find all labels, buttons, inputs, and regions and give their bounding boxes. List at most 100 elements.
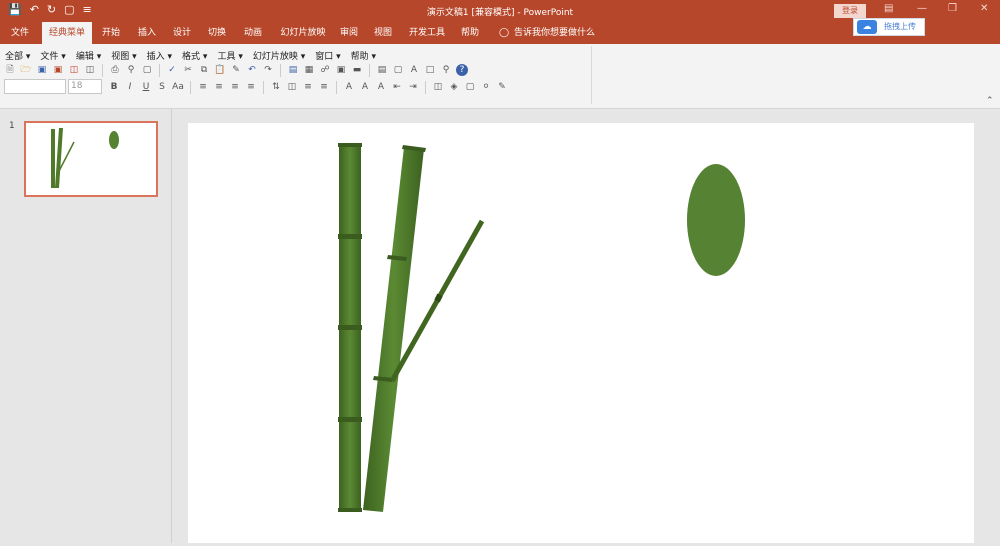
tab-home[interactable]: 开始 <box>96 22 126 44</box>
italic-icon[interactable]: I <box>124 81 136 93</box>
shrink-font-icon[interactable]: A <box>375 81 387 93</box>
slide-content <box>338 143 745 512</box>
slide-number: 1 <box>9 121 15 131</box>
bold-icon[interactable]: B <box>108 81 120 93</box>
menu-view[interactable]: 视图 ▾ <box>111 49 136 62</box>
ribbon: 全部 ▾ 文件 ▾ 编辑 ▾ 视图 ▾ 插入 ▾ 格式 ▾ 工具 ▾ 幻灯片放映… <box>0 44 1000 109</box>
tab-design[interactable]: 设计 <box>167 22 197 44</box>
shape-fill-icon[interactable]: ◈ <box>448 81 460 93</box>
shape-effects-icon[interactable]: ⚪ <box>480 81 492 93</box>
publish-icon[interactable]: ◫ <box>84 64 96 76</box>
upload-button[interactable]: ☁ 拖拽上传 <box>853 18 925 36</box>
cloud-upload-icon: ☁ <box>857 20 877 34</box>
strikethrough-icon[interactable]: S <box>156 81 168 93</box>
font-color-icon[interactable]: A <box>343 81 355 93</box>
zoom-icon[interactable]: ⚲ <box>440 64 452 76</box>
tab-review[interactable]: 审阅 <box>334 22 364 44</box>
save-icon[interactable]: ▣ <box>36 64 48 76</box>
title-bar: 💾 ↶ ↻ ▢ ≡ 演示文稿1 [兼容模式] - PowerPoint 登录 ▤… <box>0 0 1000 22</box>
slide-layout-icon[interactable]: ▤ <box>376 64 388 76</box>
align-center-icon[interactable]: ≡ <box>213 81 225 93</box>
textbox-icon[interactable]: A <box>408 64 420 76</box>
editing-area <box>173 109 1000 543</box>
open-icon[interactable]: 🗁 <box>20 64 32 76</box>
thumbnail-preview <box>51 128 119 188</box>
ribbon-separator <box>591 46 592 104</box>
tab-insert[interactable]: 插入 <box>132 22 162 44</box>
tab-view[interactable]: 视图 <box>368 22 398 44</box>
tab-transitions[interactable]: 切换 <box>202 22 232 44</box>
menu-insert[interactable]: 插入 ▾ <box>147 49 172 62</box>
copy-icon[interactable]: ⧉ <box>198 64 210 76</box>
lightbulb-icon: ◯ <box>498 28 510 38</box>
spelling-icon[interactable]: ✓ <box>166 64 178 76</box>
char-spacing-icon[interactable]: Aa <box>172 81 184 93</box>
tab-animations[interactable]: 动画 <box>238 22 268 44</box>
green-ellipse[interactable] <box>687 164 745 276</box>
menu-tools[interactable]: 工具 ▾ <box>217 49 242 62</box>
underline-icon[interactable]: U <box>140 81 152 93</box>
slide-thumbnail[interactable] <box>24 121 158 197</box>
print-icon[interactable]: ⎙ <box>109 64 121 76</box>
print-preview-icon[interactable]: ⚲ <box>125 64 137 76</box>
page-setup-icon[interactable]: ▢ <box>141 64 153 76</box>
insert-picture-icon[interactable]: ▣ <box>335 64 347 76</box>
arrange-icon[interactable]: ◫ <box>432 81 444 93</box>
save-as-icon[interactable]: ▣ <box>52 64 64 76</box>
toolbar-row-1: 🗎 🗁 ▣ ▣ ◫ ◫ ⎙ ⚲ ▢ ✓ ✂ ⧉ 📋 ✎ ↶ ↷ ▤ ▦ ☍ ▣ … <box>4 62 468 78</box>
font-name-field[interactable] <box>4 79 66 94</box>
minimize-icon[interactable]: — <box>917 3 927 14</box>
quick-styles-icon[interactable]: ✎ <box>496 81 508 93</box>
tab-classic-menu[interactable]: 经典菜单 <box>42 22 92 44</box>
insert-table-icon[interactable]: ▦ <box>303 64 315 76</box>
menu-format[interactable]: 格式 ▾ <box>182 49 207 62</box>
numbering-icon[interactable]: ≡ <box>318 81 330 93</box>
tell-me-search[interactable]: 告诉我你想要做什么 <box>514 22 598 44</box>
align-left-icon[interactable]: ≡ <box>197 81 209 93</box>
bullets-icon[interactable]: ≡ <box>302 81 314 93</box>
decrease-indent-icon[interactable]: ⇤ <box>391 81 403 93</box>
export-pdf-icon[interactable]: ◫ <box>68 64 80 76</box>
menu-file[interactable]: 文件 ▾ <box>40 49 65 62</box>
font-size-field[interactable]: 18 <box>68 79 102 94</box>
thumb-bamboo-stalk-2 <box>55 128 63 188</box>
bamboo-stalk-1[interactable] <box>338 143 362 512</box>
undo-icon[interactable]: ↶ <box>246 64 258 76</box>
cut-icon[interactable]: ✂ <box>182 64 194 76</box>
toolbar-row-2: B I U S Aa ≡ ≡ ≡ ≡ ⇅ ◫ ≡ ≡ A A A ⇤ ⇥ ◫ ◈… <box>108 79 508 95</box>
menu-edit[interactable]: 编辑 ▾ <box>76 49 101 62</box>
slide-canvas[interactable] <box>188 123 974 543</box>
thumb-bamboo-stalk-1 <box>51 129 55 188</box>
tab-slideshow[interactable]: 幻灯片放映 <box>276 22 330 44</box>
comment-icon[interactable]: □ <box>424 64 436 76</box>
grow-font-icon[interactable]: A <box>359 81 371 93</box>
new-icon[interactable]: 🗎 <box>4 64 16 76</box>
collapse-ribbon-icon[interactable]: ⌃ <box>986 96 994 106</box>
paste-icon[interactable]: 📋 <box>214 64 226 76</box>
columns-icon[interactable]: ◫ <box>286 81 298 93</box>
ribbon-display-icon[interactable]: ▤ <box>884 3 893 14</box>
increase-indent-icon[interactable]: ⇥ <box>407 81 419 93</box>
justify-icon[interactable]: ≡ <box>245 81 257 93</box>
shape-outline-icon[interactable]: ▢ <box>464 81 476 93</box>
align-right-icon[interactable]: ≡ <box>229 81 241 93</box>
text-direction-icon[interactable]: ⇅ <box>270 81 282 93</box>
bamboo-stalk-2[interactable] <box>363 145 426 512</box>
menu-help[interactable]: 帮助 ▾ <box>351 49 376 62</box>
format-painter-icon[interactable]: ✎ <box>230 64 242 76</box>
restore-icon[interactable]: ❐ <box>948 3 957 14</box>
menu-window[interactable]: 窗口 ▾ <box>315 49 340 62</box>
new-slide-icon[interactable]: ▢ <box>392 64 404 76</box>
close-icon[interactable]: ✕ <box>980 3 988 14</box>
redo-icon[interactable]: ↷ <box>262 64 274 76</box>
hyperlink-icon[interactable]: ☍ <box>319 64 331 76</box>
tab-developer[interactable]: 开发工具 <box>404 22 450 44</box>
tab-help[interactable]: 帮助 <box>455 22 485 44</box>
menu-slideshow[interactable]: 幻灯片放映 ▾ <box>253 49 305 62</box>
insert-chart-icon[interactable]: ▤ <box>287 64 299 76</box>
login-button[interactable]: 登录 <box>834 4 866 18</box>
help-icon[interactable]: ? <box>456 64 468 76</box>
tab-file[interactable]: 文件 <box>2 22 38 44</box>
menu-all[interactable]: 全部 ▾ <box>5 49 30 62</box>
line-color-icon[interactable]: ▬ <box>351 64 363 76</box>
